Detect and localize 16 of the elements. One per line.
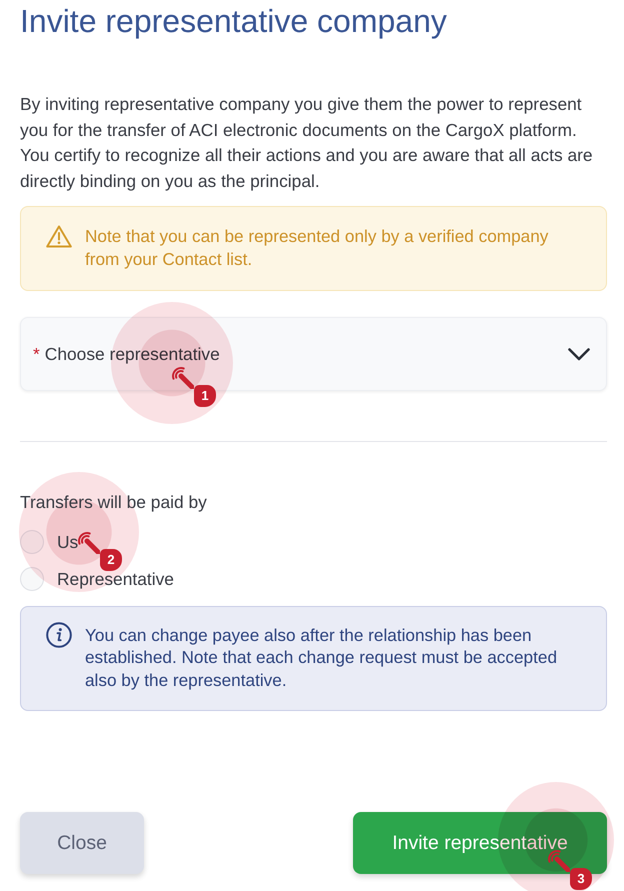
option-label[interactable]: Us [57,530,78,554]
required-asterisk: * [33,344,40,364]
step-number: 3 [570,868,592,890]
info-text: You can change payee also after the relationship has been established. Note that each change request must be accepted also by the representative. [85,624,558,691]
step-number: 1 [194,385,216,407]
radio-button[interactable] [20,567,44,591]
close-button[interactable]: Close [20,812,144,874]
info-icon [46,622,72,648]
dialog-title: Invite representative company [20,2,448,40]
select-placeholder: Choose representative [44,344,220,364]
description-text: By inviting representative company you give them the power to represent you for the transfer of ACI electronic documents on the CargoX platform. You certify to recognize all their actions and you are aware that all acts are directly binding on you as the principal. [20,93,594,193]
warning-icon [46,225,72,248]
warning-text: Note that you can be represented only by a verified company from your Contact list. [85,225,550,271]
field-label: Transfers will be paid by [20,491,208,514]
tap-gesture-icon [172,367,194,389]
tap-gesture-icon [78,532,100,554]
